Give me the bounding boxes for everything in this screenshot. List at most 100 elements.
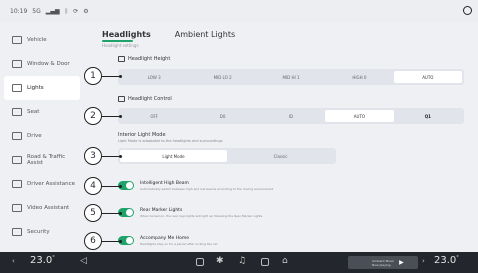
light-mode-selector: Light Mode Classic <box>118 148 336 164</box>
section-title: Headlight Control <box>128 96 172 102</box>
home-icon[interactable]: ⌂ <box>282 256 288 266</box>
sidebar-item-drive[interactable]: Drive <box>4 124 80 148</box>
callout-dot <box>119 115 122 118</box>
music-icon[interactable]: ♫ <box>238 256 246 266</box>
tab-ambient-lights[interactable]: Ambient Lights <box>175 30 235 39</box>
height-option[interactable]: HIGH 0 <box>325 71 393 83</box>
temp-unit: ° <box>456 255 459 261</box>
headlight-icon <box>118 56 125 62</box>
callout-dot <box>119 75 122 78</box>
settings-icon: ⚙ <box>83 7 89 15</box>
temp-left[interactable]: 23.0° <box>30 255 55 266</box>
temp-unit: ° <box>52 255 55 261</box>
volume-icon[interactable]: ◁ <box>80 256 87 266</box>
toggle-title: Accompany Me Home <box>140 236 190 241</box>
callout-dot <box>119 212 122 215</box>
wifi-icon: ▂▄▆ <box>45 7 60 15</box>
control-option[interactable]: Q1 <box>394 110 462 122</box>
sync-icon: ⟳ <box>73 7 79 15</box>
toggle-title: Rear Marker Lights <box>140 208 183 213</box>
main-panel: Headlights Ambient Lights Headlight sett… <box>84 22 478 252</box>
road-icon <box>12 156 22 164</box>
headlight-height-selector: LOW 3 MID LO 2 MID HI 1 HIGH 0 AUTO <box>118 69 464 85</box>
chevron-right-icon[interactable]: › <box>422 257 425 265</box>
bluetooth-icon: ᛒ <box>64 7 69 15</box>
tab-bar: Headlights Ambient Lights <box>102 30 235 42</box>
tab-headlights[interactable]: Headlights <box>102 30 151 42</box>
sidebar-item-label: Drive <box>27 133 42 139</box>
sidebar-item-vehicle[interactable]: Vehicle <box>4 28 80 52</box>
sidebar-item-label: Video Assistant <box>27 205 70 211</box>
sidebar-item-security[interactable]: Security <box>4 220 80 244</box>
temp-right-value: 23.0 <box>434 255 457 266</box>
sidebar-item-label: Security <box>27 229 50 235</box>
window-icon <box>12 60 22 68</box>
play-icon[interactable]: ▶ <box>399 259 404 266</box>
fan-icon[interactable]: ✱ <box>216 256 224 266</box>
light-icon <box>12 84 22 92</box>
sidebar: Vehicle Window & Door Lights Seat Drive … <box>0 22 84 252</box>
toggle-description: Headlights stay on for a period after lo… <box>140 242 218 246</box>
car-icon[interactable] <box>261 258 269 266</box>
callout-dot <box>119 240 122 243</box>
profile-icon[interactable] <box>463 6 472 15</box>
sidebar-item-road-traffic[interactable]: Road & Traffic Assist <box>4 148 80 172</box>
car-icon <box>12 36 22 44</box>
toggle-row-high-beam: Intelligent High Beam Automatically swit… <box>118 181 273 191</box>
callout-marker: 1 <box>84 67 102 85</box>
video-icon <box>12 204 22 212</box>
callout-leader <box>101 156 121 157</box>
callout-leader <box>101 213 121 214</box>
callout-dot <box>119 155 122 158</box>
bottom-dock: ‹ 23.0° ◁ ✱ ♫ ⌂ Ambient Music Now playin… <box>0 252 478 273</box>
chevron-left-icon[interactable]: ‹ <box>12 257 15 265</box>
seat-icon <box>12 108 22 116</box>
sidebar-item-label: Driver Assistance <box>27 181 75 187</box>
assist-icon <box>12 180 22 188</box>
control-option-selected[interactable]: AUTO <box>325 110 394 122</box>
apps-icon[interactable] <box>196 258 204 266</box>
control-option[interactable]: D0 <box>188 110 256 122</box>
sidebar-item-label: Road & Traffic Assist <box>27 154 66 166</box>
height-option[interactable]: MID LO 2 <box>188 71 256 83</box>
headlight-icon <box>118 96 125 102</box>
sidebar-item-video-assistant[interactable]: Video Assistant <box>4 196 80 220</box>
toggle-description: Automatically switch between high and lo… <box>140 187 274 191</box>
toggle-row-rear-marker: Rear Marker Lights When turned on, the r… <box>118 208 262 218</box>
sidebar-item-label: Vehicle <box>27 37 47 43</box>
status-bar: 10:19 5G ▂▄▆ ᛒ ⟳ ⚙ <box>0 0 478 22</box>
callout-marker: 3 <box>84 147 102 165</box>
control-option[interactable]: OFF <box>120 110 188 122</box>
toggle-description: When turned on, the rear logo lights wil… <box>140 214 263 218</box>
network-indicator: 5G <box>32 7 41 15</box>
light-mode-section: Interior Light Mode Light Mode is adapta… <box>118 132 223 143</box>
toggle-title: Intelligent High Beam <box>140 181 189 186</box>
height-option[interactable]: MID HI 1 <box>257 71 325 83</box>
sidebar-item-seat[interactable]: Seat <box>4 100 80 124</box>
sidebar-item-window-door[interactable]: Window & Door <box>4 52 80 76</box>
callout-leader <box>101 186 121 187</box>
temp-right[interactable]: 23.0° <box>434 255 459 266</box>
height-option[interactable]: LOW 3 <box>120 71 188 83</box>
sidebar-item-driver-assistance[interactable]: Driver Assistance <box>4 172 80 196</box>
tab-subtitle: Headlight settings <box>102 43 139 48</box>
sidebar-item-label: Window & Door <box>27 61 70 67</box>
headlight-height-section: Headlight Height <box>118 56 170 62</box>
control-option[interactable]: ID <box>257 110 325 122</box>
headlight-control-section: Headlight Control <box>118 96 172 102</box>
lock-icon <box>12 228 22 236</box>
sidebar-item-lights[interactable]: Lights <box>4 76 80 100</box>
callout-leader <box>101 116 121 117</box>
section-title: Headlight Height <box>128 56 171 62</box>
section-title: Interior Light Mode <box>118 132 166 138</box>
toggle-row-follow-home: Accompany Me Home Headlights stay on for… <box>118 236 218 246</box>
callout-marker: 4 <box>84 177 102 195</box>
media-player[interactable]: Ambient Music Now playing ▶ <box>348 256 418 269</box>
height-option-selected[interactable]: AUTO <box>393 71 463 83</box>
callout-leader <box>101 76 121 77</box>
temp-left-value: 23.0 <box>30 255 53 266</box>
mode-option[interactable]: Classic <box>227 150 334 162</box>
callout-marker: 2 <box>84 107 102 125</box>
headlight-control-selector: OFF D0 ID AUTO Q1 <box>118 108 464 124</box>
mode-option-selected[interactable]: Light Mode <box>120 150 227 162</box>
